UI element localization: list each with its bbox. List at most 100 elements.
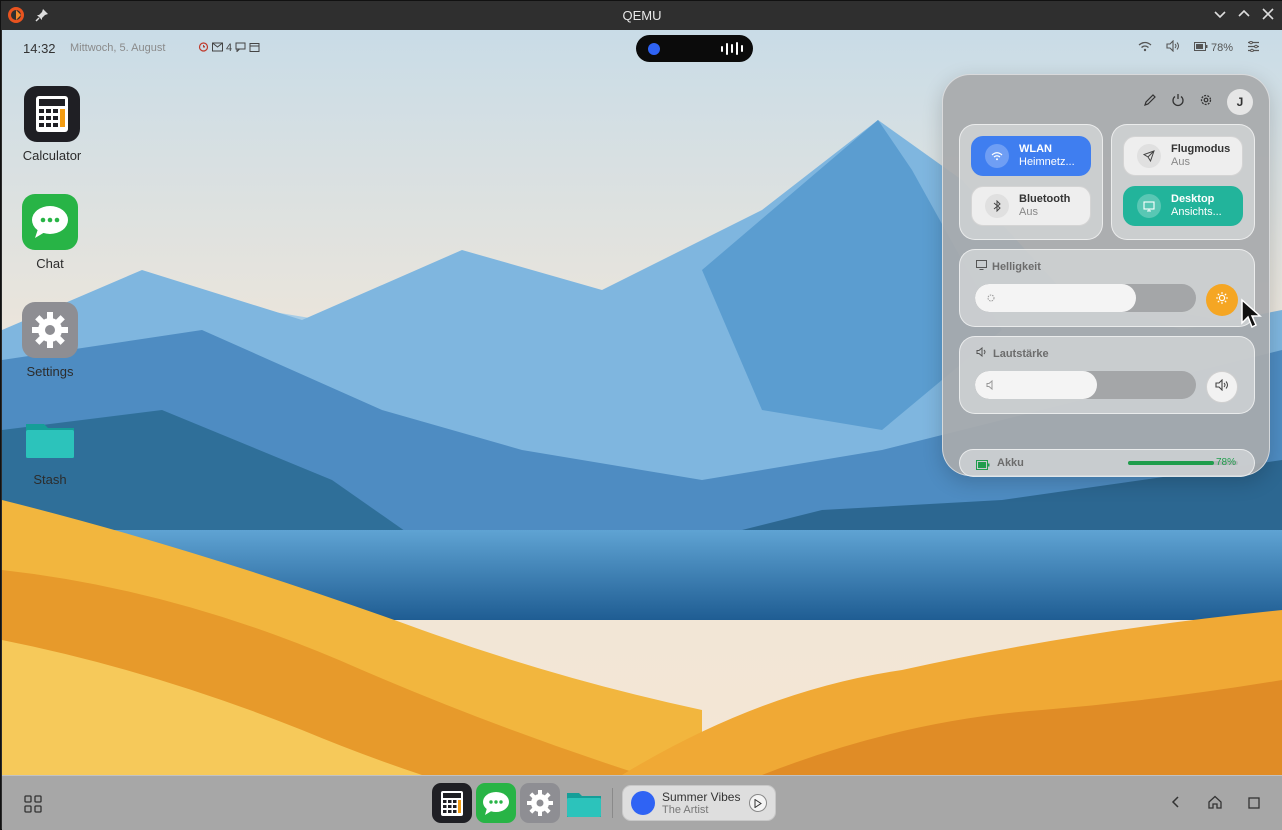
recent-apps-icon[interactable] — [1248, 796, 1260, 814]
dynamic-island[interactable] — [636, 35, 753, 62]
settings-gear-icon[interactable] — [1199, 93, 1213, 112]
mail-count: 4 — [226, 42, 233, 54]
battery-percent: 78% — [1210, 41, 1233, 54]
maximize-chevron-icon[interactable] — [1237, 7, 1251, 21]
toggle-title: Flugmodus — [1171, 143, 1231, 155]
gear-icon — [22, 302, 78, 358]
window-titlebar: QEMU — [1, 1, 1282, 30]
battery-status[interactable]: 78% — [1193, 41, 1233, 54]
brightness-slider-fill — [975, 284, 1137, 312]
calculator-icon — [432, 791, 472, 827]
close-icon[interactable] — [1261, 7, 1275, 21]
brightness-button[interactable] — [1206, 284, 1238, 316]
volume-icon[interactable] — [1166, 39, 1180, 55]
calendar-icon — [249, 42, 260, 55]
qemu-window: QEMU 14:32 Mittwoch, 5. August 4 78% Cal… — [0, 0, 1282, 830]
desktop-icon-chat[interactable]: Chat — [10, 194, 90, 271]
volume-card: Lautstärke — [959, 336, 1255, 414]
back-icon[interactable] — [1170, 795, 1182, 814]
toggle-subtitle: Ansichts... — [1171, 206, 1222, 218]
wlan-toggle[interactable]: WLAN Heimnetz... — [971, 136, 1091, 176]
connectivity-group: WLAN Heimnetz... Bluetooth Aus — [959, 124, 1103, 240]
brightness-card: Helligkeit — [959, 249, 1255, 327]
battery-label: Akku — [997, 457, 1024, 469]
speaker-low-icon — [985, 378, 997, 396]
alarm-icon — [198, 41, 209, 55]
taskbar-divider — [612, 788, 613, 818]
taskbar-settings[interactable] — [520, 783, 560, 823]
toggle-subtitle: Heimnetz... — [1019, 156, 1075, 168]
taskbar-calculator[interactable] — [432, 783, 472, 823]
toggle-title: WLAN — [1019, 143, 1052, 155]
monitor-icon — [976, 260, 987, 273]
media-artist: The Artist — [662, 804, 709, 816]
wifi-icon — [985, 144, 1009, 168]
desktop-icon-label: Chat — [36, 256, 64, 271]
app-grid-icon[interactable] — [24, 795, 42, 818]
desktop-icon-label: Stash — [33, 472, 67, 487]
calculator-icon — [24, 86, 80, 142]
bluetooth-icon — [985, 194, 1009, 218]
monitor-icon — [1137, 194, 1161, 218]
battery-icon — [1193, 41, 1208, 54]
modes-group: Flugmodus Aus Desktop Ansichts... — [1111, 124, 1255, 240]
chat-icon — [476, 792, 516, 827]
desktop-icon-label: Calculator — [22, 148, 82, 163]
volume-slider[interactable] — [975, 371, 1196, 399]
toggle-subtitle: Aus — [1171, 156, 1190, 168]
power-icon[interactable] — [1171, 93, 1185, 112]
mouse-cursor-icon — [1241, 298, 1262, 329]
media-player-widget[interactable]: Summer Vibes The Artist — [622, 785, 776, 821]
home-icon[interactable] — [1207, 795, 1223, 814]
folder-icon — [564, 793, 604, 827]
status-bar: 14:32 Mittwoch, 5. August 4 78% — [2, 30, 1282, 66]
brightness-slider[interactable] — [975, 284, 1196, 312]
desktop-toggle[interactable]: Desktop Ansichts... — [1123, 186, 1243, 226]
flugmodus-toggle[interactable]: Flugmodus Aus — [1123, 136, 1243, 176]
clock[interactable]: 14:32 — [23, 41, 56, 56]
mail-icon — [212, 42, 223, 55]
minimize-chevron-icon[interactable] — [1213, 7, 1227, 21]
user-avatar[interactable]: J — [1227, 89, 1253, 115]
media-title: Summer Vibes — [662, 790, 741, 804]
play-icon[interactable] — [749, 794, 767, 812]
taskbar-chat[interactable] — [476, 783, 516, 823]
desktop-icon-stash[interactable]: Stash — [10, 410, 90, 487]
edit-pencil-icon[interactable] — [1143, 93, 1157, 112]
speaker-icon — [976, 346, 988, 360]
taskbar: Summer Vibes The Artist — [2, 775, 1282, 830]
date: Mittwoch, 5. August — [70, 42, 166, 54]
toggle-title: Bluetooth — [1019, 193, 1071, 205]
sun-icon — [1215, 291, 1229, 310]
control-center-panel: J WLAN Heimnetz... Bluetooth Aus Flugmodus… — [942, 74, 1270, 477]
quick-settings-icon[interactable] — [1247, 40, 1260, 55]
battery-icon — [976, 457, 990, 475]
desktop-icon-calculator[interactable]: Calculator — [12, 86, 92, 163]
battery-percent: 78% — [1215, 457, 1236, 468]
guest-screen: 14:32 Mittwoch, 5. August 4 78% Calculat… — [2, 30, 1282, 830]
window-title: QEMU — [622, 8, 662, 23]
battery-card: Akku 78% — [959, 449, 1255, 477]
message-icon — [235, 42, 246, 55]
recording-dot-icon — [648, 43, 660, 55]
toggle-title: Desktop — [1171, 193, 1215, 205]
chat-icon — [22, 194, 78, 250]
taskbar-stash[interactable] — [564, 783, 604, 823]
volume-label: Lautstärke — [993, 347, 1049, 360]
album-art — [631, 791, 655, 815]
brightness-label: Helligkeit — [992, 260, 1041, 273]
toggle-subtitle: Aus — [1019, 206, 1038, 218]
bluetooth-toggle[interactable]: Bluetooth Aus — [971, 186, 1091, 226]
mute-button[interactable] — [1206, 371, 1238, 403]
desktop-icon-label: Settings — [26, 364, 74, 379]
notification-icons[interactable]: 4 — [198, 41, 260, 55]
gear-icon — [520, 790, 560, 827]
brightness-low-icon — [985, 291, 997, 309]
battery-bar-fill — [1128, 461, 1214, 465]
airplane-icon — [1137, 144, 1161, 168]
folder-icon — [22, 410, 78, 466]
desktop-icon-settings[interactable]: Settings — [10, 302, 90, 379]
wifi-icon[interactable] — [1138, 41, 1152, 55]
audio-wave-icon — [721, 42, 743, 55]
speaker-icon — [1215, 378, 1229, 396]
